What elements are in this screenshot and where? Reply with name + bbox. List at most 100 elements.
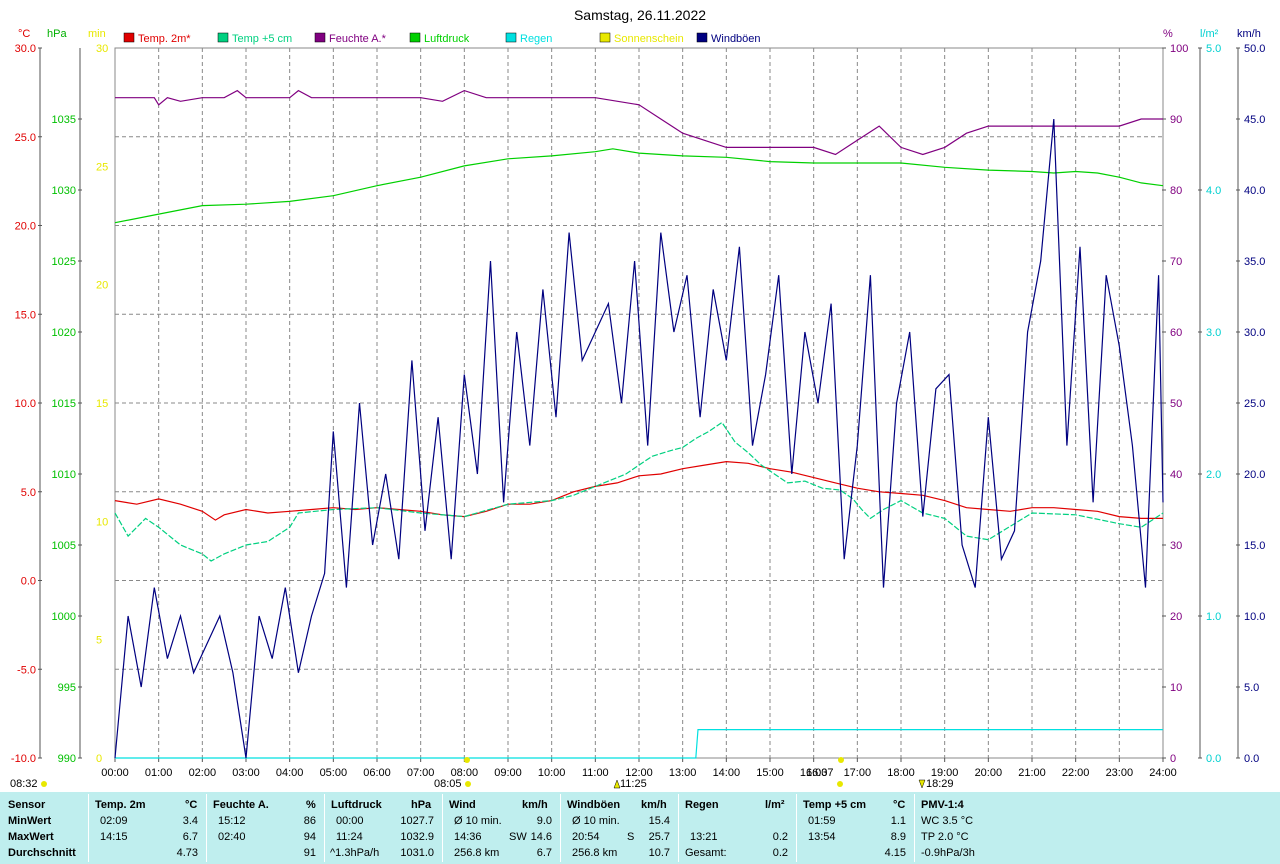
- pressure-tick-label: 1005: [52, 540, 76, 552]
- pressure-tick-label: 1015: [52, 398, 76, 410]
- header-temp5-unit: °C: [893, 799, 906, 811]
- x-tick-label: 23:00: [1106, 767, 1134, 779]
- max-press-value: 1032.9: [400, 831, 434, 843]
- wind-tick-label: 0.0: [1244, 753, 1259, 765]
- sunrise-time: 08:32: [10, 778, 38, 790]
- stats-separator: [442, 794, 443, 862]
- legend-swatch-5: [599, 32, 611, 43]
- x-tick-label: 07:00: [407, 767, 435, 779]
- wind-tick-label: 50.0: [1244, 43, 1265, 55]
- rain-tick-label: 4.0: [1206, 185, 1221, 197]
- legend-swatch-3: [409, 32, 421, 43]
- header-rain: Regen: [685, 799, 719, 811]
- rain-total-label: Gesamt:: [685, 847, 727, 859]
- stats-separator: [324, 794, 325, 862]
- max-hum-value: 94: [303, 831, 316, 843]
- avg-press-value: 1031.0: [400, 847, 434, 859]
- min-press-time: 00:00: [336, 815, 364, 827]
- max-press-time: 11:24: [336, 831, 363, 843]
- x-tick-label: 15:00: [756, 767, 784, 779]
- sunset-time: 18:29: [926, 778, 954, 790]
- rain-tick-label: 1.0: [1206, 611, 1221, 623]
- min-hum-time: 15:12: [218, 815, 246, 827]
- legend-swatch-6: [696, 32, 708, 43]
- max-temp-time: 14:15: [100, 831, 128, 843]
- dawn-icon: [465, 781, 471, 787]
- pressure-tick-label: 1020: [52, 327, 76, 339]
- sun-tick-label: 10: [96, 516, 108, 528]
- stats-separator: [678, 794, 679, 862]
- humidity-tick-label: 50: [1170, 398, 1182, 410]
- x-tick-label: 14:00: [713, 767, 741, 779]
- max-gust-value: 25.7: [648, 831, 670, 843]
- header-humidity: Feuchte A.: [213, 799, 269, 811]
- wind-tick-label: 20.0: [1244, 469, 1265, 481]
- min-temp-time: 02:09: [100, 815, 128, 827]
- humidity-tick-label: 20: [1170, 611, 1182, 623]
- header-temp: Temp. 2m: [95, 799, 146, 811]
- x-tick-label: 09:00: [494, 767, 522, 779]
- sun-tick-label: 30: [96, 43, 108, 55]
- x-tick-label: 10:00: [538, 767, 566, 779]
- row-label-avg: Durchschnitt: [8, 847, 76, 859]
- rain-tick-label: 3.0: [1206, 327, 1221, 339]
- min-t5-value: 1.1: [890, 815, 906, 827]
- stats-separator: [206, 794, 207, 862]
- humidity-tick-label: 10: [1170, 682, 1182, 694]
- wind-tick-label: 45.0: [1244, 114, 1265, 126]
- stats-separator: [914, 794, 915, 862]
- rain-tick-label: 0.0: [1206, 753, 1221, 765]
- temp-tick-label: -10.0: [11, 753, 36, 765]
- header-pmv: PMV-1:4: [921, 799, 964, 811]
- temp-tick-label: 15.0: [15, 309, 36, 321]
- x-tick-label: 20:00: [975, 767, 1003, 779]
- chart-title: Samstag, 26.11.2022: [574, 7, 706, 23]
- noon-time: 11:25: [620, 778, 647, 790]
- temp-tick-label: 10.0: [15, 398, 36, 410]
- min-hum-value: 86: [303, 815, 316, 827]
- legend-label-1: Temp +5 cm: [232, 33, 292, 45]
- legend-label-2: Feuchte A.*: [329, 33, 387, 45]
- humidity-unit-label: %: [1163, 28, 1173, 40]
- header-pressure-unit: hPa: [411, 799, 432, 811]
- rain-unit-label: l/m²: [1200, 28, 1219, 40]
- pressure-tick-label: 1000: [52, 611, 76, 623]
- dusk-marker-icon: [838, 757, 844, 763]
- row-label-max: MaxWert: [8, 831, 54, 843]
- max-t5-time: 13:54: [808, 831, 836, 843]
- pmv-tp: TP 2.0 °C: [921, 831, 969, 843]
- legend-label-5: Sonnenschein: [614, 33, 684, 45]
- rain-tick-label: 5.0: [1206, 43, 1221, 55]
- wind-tick-label: 40.0: [1244, 185, 1265, 197]
- min-wind-value: 9.0: [536, 815, 552, 827]
- wind-tick-label: 10.0: [1244, 611, 1265, 623]
- max-rain-value: 0.2: [772, 831, 788, 843]
- rain-tick-label: 2.0: [1206, 469, 1221, 481]
- x-axis: 00:00 01:00 02:00 03:00 04:00 05:00 06:00 07:00…: [101, 758, 1177, 779]
- pmv-wc: WC 3.5 °C: [921, 815, 974, 827]
- sunset-marker-icon: [918, 779, 926, 789]
- stats-separator: [88, 794, 89, 862]
- sun-tick-label: 0: [96, 753, 102, 765]
- series-line-5: [114, 118, 1164, 759]
- wind-tick-label: 30.0: [1244, 327, 1265, 339]
- dawn-time: 08:05: [434, 778, 462, 790]
- pressure-trend: ^1.3hPa/h: [330, 847, 380, 859]
- avg-wind-value: 6.7: [536, 847, 552, 859]
- x-tick-label: 17:00: [844, 767, 872, 779]
- header-sensor: Sensor: [8, 799, 46, 811]
- wind-tick-label: 35.0: [1244, 256, 1265, 268]
- min-temp-value: 3.4: [182, 815, 198, 827]
- legend-swatch-4: [505, 32, 517, 43]
- x-tick-label: 01:00: [145, 767, 173, 779]
- pressure-tick-label: 995: [58, 682, 76, 694]
- temp-unit-label: °C: [18, 28, 30, 40]
- x-tick-label: 02:00: [189, 767, 217, 779]
- header-wind-unit: km/h: [522, 799, 548, 811]
- avg-temp-value: 4.73: [176, 847, 198, 859]
- sun-tick-label: 5: [96, 635, 102, 647]
- row-label-min: MinWert: [8, 815, 52, 827]
- humidity-tick-label: 80: [1170, 185, 1182, 197]
- wind-unit-label: km/h: [1237, 28, 1261, 40]
- dawn-marker-icon: [464, 757, 470, 763]
